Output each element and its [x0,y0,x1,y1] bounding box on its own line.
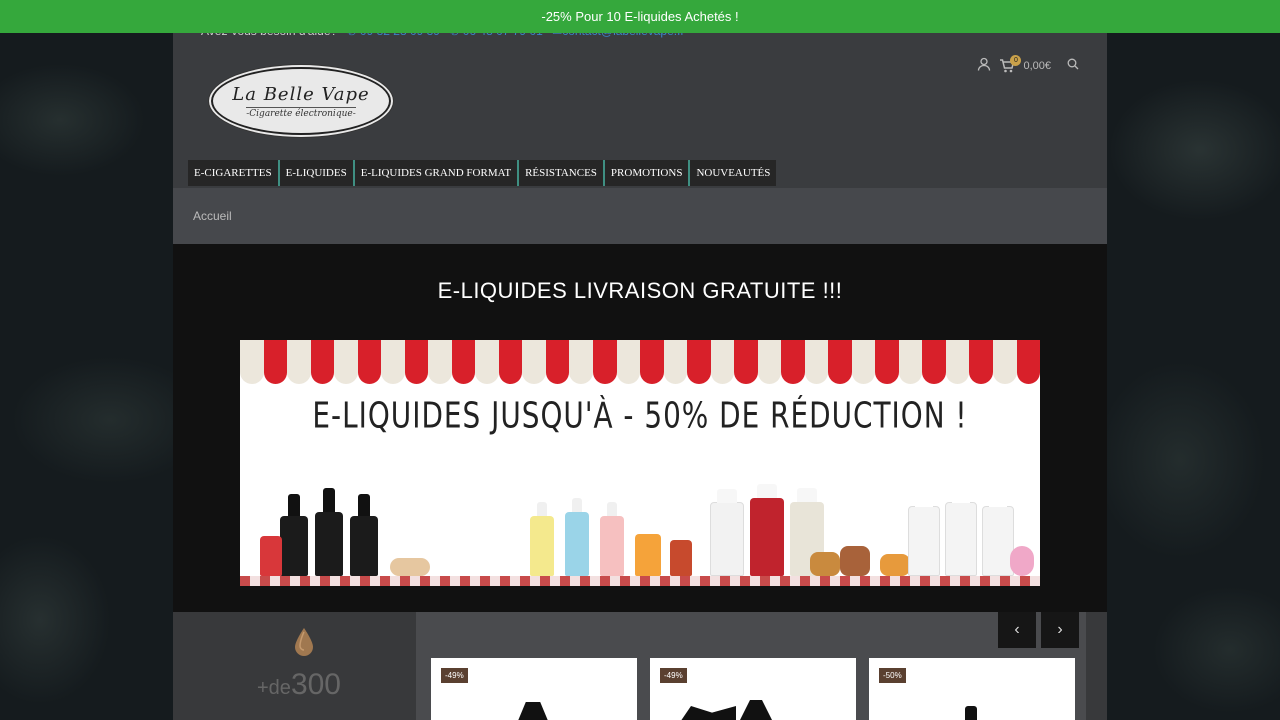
banner-text: E-LIQUIDES JUSQU'À - 50% DE RÉDUCTION ! [312,395,968,437]
main-nav: E-CIGARETTES E-LIQUIDES E-LIQUIDES GRAND… [188,160,777,186]
shelf-decoration [240,576,1040,586]
logo-name: La Belle Vape [232,83,370,105]
discount-badge: -49% [441,668,468,683]
user-icon[interactable] [977,57,991,74]
nav-item-e-liquides[interactable]: E-LIQUIDES [279,160,355,186]
product-image [965,706,977,720]
cart-total[interactable]: 0,00€ [1023,60,1051,72]
stat-value: 300 [290,668,341,701]
nav-item-promotions[interactable]: PROMOTIONS [604,160,691,186]
page-container: Avez-vous besoin d'aide? ✆ 09 82 28 09 3… [173,0,1107,720]
featured-section: +de300 ‹ › -49% -49% -50% [173,612,1107,720]
awning-decoration [240,340,1040,384]
cart-count-badge: 0 [1010,54,1022,66]
stat-count: +de300 [257,668,341,702]
stat-prefix: +de [257,677,291,699]
promo-text: -25% Pour 10 E-liquides Achetés ! [541,9,739,24]
hero-title: E-LIQUIDES LIVRAISON GRATUITE !!! [437,278,843,303]
site-logo[interactable]: La Belle Vape -Cigarette électronique- [211,67,391,135]
drop-icon [295,628,313,656]
product-card[interactable]: -49% [431,658,637,720]
header-actions: 0 0,00€ [977,54,1079,74]
breadcrumb-home[interactable]: Accueil [193,209,232,223]
chevron-left-icon: ‹ [1014,621,1020,638]
discount-badge: -49% [660,668,687,683]
carousel-next-button[interactable]: › [1041,612,1079,648]
nav-item-e-liquides-grand-format[interactable]: E-LIQUIDES GRAND FORMAT [354,160,520,186]
promo-banner[interactable]: -25% Pour 10 E-liquides Achetés ! [0,0,1280,33]
product-card[interactable]: -49% [650,658,856,720]
stats-panel: +de300 [173,612,416,720]
breadcrumb: Accueil [173,188,1107,244]
product-image [515,702,551,720]
chevron-right-icon: › [1057,621,1063,638]
product-card[interactable]: -50% [869,658,1075,720]
nav-item-e-cigarettes[interactable]: E-CIGARETTES [188,160,280,186]
promo-banner-image[interactable]: E-LIQUIDES JUSQU'À - 50% DE RÉDUCTION ! [240,340,1040,586]
nav-item-resistances[interactable]: RÉSISTANCES [519,160,605,186]
nav-item-nouveautes[interactable]: NOUVEAUTÉS [690,160,777,186]
search-icon[interactable] [1067,58,1079,73]
product-carousel: ‹ › -49% -49% -50% [416,612,1086,720]
logo-tagline: -Cigarette électronique- [246,106,356,119]
carousel-prev-button[interactable]: ‹ [998,612,1036,648]
cart-button[interactable]: 0 [999,54,1022,73]
discount-badge: -50% [879,668,906,683]
product-image [676,706,736,720]
